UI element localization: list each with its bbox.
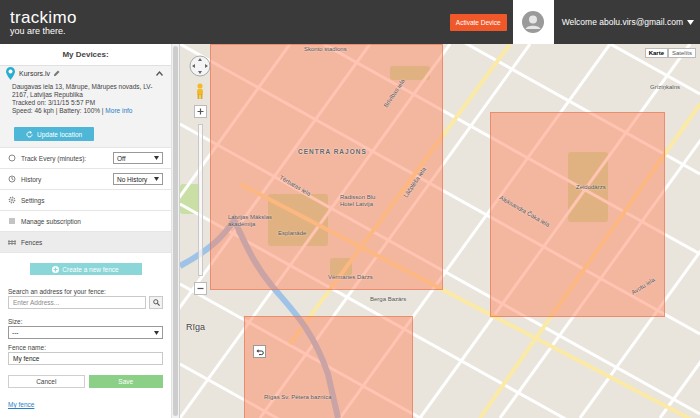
search-label: Search an address for your fence: [8, 287, 163, 296]
menu-row[interactable]: Fences [0, 231, 171, 252]
map-type-button[interactable]: Karte [645, 48, 668, 58]
device-card: Kursors.lv Daugavas iela 13, Mārupe, Mār… [0, 66, 171, 147]
menu-row[interactable]: Manage subscription [0, 210, 171, 231]
caret-down-icon [687, 20, 694, 25]
timer-icon [8, 154, 16, 162]
map[interactable]: Skonto stadions CENTRA RAJONS Radisson Blu… [180, 44, 700, 418]
location-pin-icon [6, 67, 15, 80]
size-select[interactable]: --- [8, 326, 163, 339]
sidebar: My Devices: Kursors.lv Daugavas iela 13,… [0, 44, 180, 418]
address-input[interactable]: Enter Address... [8, 296, 146, 309]
menu-label: Settings [21, 197, 45, 204]
map-label: Vērmanes Dārzs [328, 274, 373, 280]
map-label: Zeidodārzs [576, 184, 606, 190]
menu-row[interactable]: Settings [0, 189, 171, 210]
search-button[interactable] [149, 296, 163, 309]
map-label: Grīziņkalns [650, 84, 680, 90]
menu-label: Manage subscription [21, 218, 81, 225]
zoom-in-button[interactable] [194, 105, 207, 118]
map-label: Skonto stadions [304, 46, 347, 52]
map-label: Rīga [186, 322, 205, 332]
map-label: Radisson Blu Hotel Latvija [340, 194, 388, 208]
cancel-button[interactable]: Cancel [8, 375, 85, 388]
map-label: Rīgas Sv. Pētera baznīca [264, 394, 332, 400]
tracked-on: Tracked on: 3/11/15 5:57 PM [12, 99, 163, 107]
collapse-icon[interactable] [156, 71, 163, 76]
scrollbar[interactable] [171, 44, 179, 418]
subscription-icon [8, 217, 16, 225]
menu-row[interactable]: History No History [0, 168, 171, 189]
plus-icon [197, 108, 204, 115]
logo-text: trackimo [10, 9, 77, 26]
map-label: Latvijas Mākslas akadēmija [228, 214, 276, 228]
map-label: CENTRA RAJONS [298, 148, 367, 155]
map-type-control: KarteSatelīts [645, 48, 696, 58]
more-info-link[interactable]: More info [105, 107, 132, 114]
street-view-pegman-icon[interactable] [195, 83, 205, 99]
avatar[interactable] [513, 0, 554, 44]
dropdown-icon [154, 156, 159, 160]
geofence-area[interactable] [210, 44, 443, 290]
activate-device-button[interactable]: Activate Device [450, 14, 507, 31]
geofence-area[interactable] [244, 316, 413, 418]
menu-label: Fences [21, 239, 42, 246]
map-controls [189, 55, 211, 295]
fence-icon [8, 238, 16, 246]
device-name: Kursors.lv [19, 70, 50, 77]
menu-label: History [21, 176, 41, 183]
form-buttons: Cancel Save [8, 375, 163, 388]
scrollbar-thumb[interactable] [173, 46, 178, 416]
trackimo-page: trackimo you are there. Activate Device … [0, 0, 700, 418]
fence-name-label: Fence name: [8, 343, 163, 352]
undo-button[interactable] [253, 345, 266, 358]
device-panel: My Devices: Kursors.lv Daugavas iela 13,… [0, 44, 171, 418]
plus-icon [52, 266, 59, 273]
map-label: Esplanāde [278, 230, 306, 236]
logo[interactable]: trackimo you are there. [10, 9, 77, 36]
dropdown-icon [154, 331, 159, 335]
street [660, 44, 700, 418]
dropdown-icon [154, 177, 159, 181]
update-location-button[interactable]: Update location [14, 127, 94, 141]
logo-tagline: you are there. [10, 27, 77, 36]
refresh-icon [26, 131, 33, 138]
fence-form: Create a new fence Search an address for… [0, 252, 171, 409]
fence-name-input[interactable]: My fence [8, 352, 163, 365]
edit-icon[interactable] [54, 70, 60, 76]
main-area: My Devices: Kursors.lv Daugavas iela 13,… [0, 44, 700, 418]
map-label: Berga Bazārs [370, 296, 406, 302]
pan-control-icon[interactable] [189, 55, 211, 77]
undo-arrow-icon [256, 348, 264, 356]
history-icon [8, 175, 16, 183]
create-fence-button[interactable]: Create a new fence [30, 263, 142, 275]
map-type-button[interactable]: Satelīts [668, 48, 696, 58]
device-header[interactable]: Kursors.lv [6, 66, 163, 80]
panel-title: My Devices: [0, 44, 171, 66]
minus-icon [197, 285, 204, 292]
user-menu[interactable]: Welcome abolu.virs@gmail.com [554, 17, 700, 27]
user-icon [522, 11, 544, 33]
menu-select[interactable]: No History [113, 173, 163, 185]
zoom-out-button[interactable] [194, 282, 207, 295]
fence-list-item[interactable]: My fence [8, 400, 163, 409]
top-bar: trackimo you are there. Activate Device … [0, 0, 700, 44]
search-icon [153, 299, 160, 306]
address-search: Enter Address... [8, 296, 163, 309]
menu-label: Track Every (minutes): [21, 155, 86, 162]
zoom-slider[interactable] [198, 124, 203, 276]
welcome-text: Welcome abolu.virs@gmail.com [562, 17, 683, 27]
device-address: Daugavas iela 13, Mārupe, Mārupes novads… [12, 83, 163, 99]
menu-select[interactable]: Off [113, 152, 163, 164]
speed-battery: Speed: 46 kph | Battery: 100% | More inf… [12, 107, 163, 115]
menu-row[interactable]: Track Every (minutes): Off [0, 147, 171, 168]
main-street [480, 104, 700, 418]
settings-icon [8, 196, 16, 204]
size-label: Size: [8, 317, 163, 326]
device-info: Daugavas iela 13, Mārupe, Mārupes novads… [6, 80, 163, 115]
save-button[interactable]: Save [89, 375, 164, 388]
